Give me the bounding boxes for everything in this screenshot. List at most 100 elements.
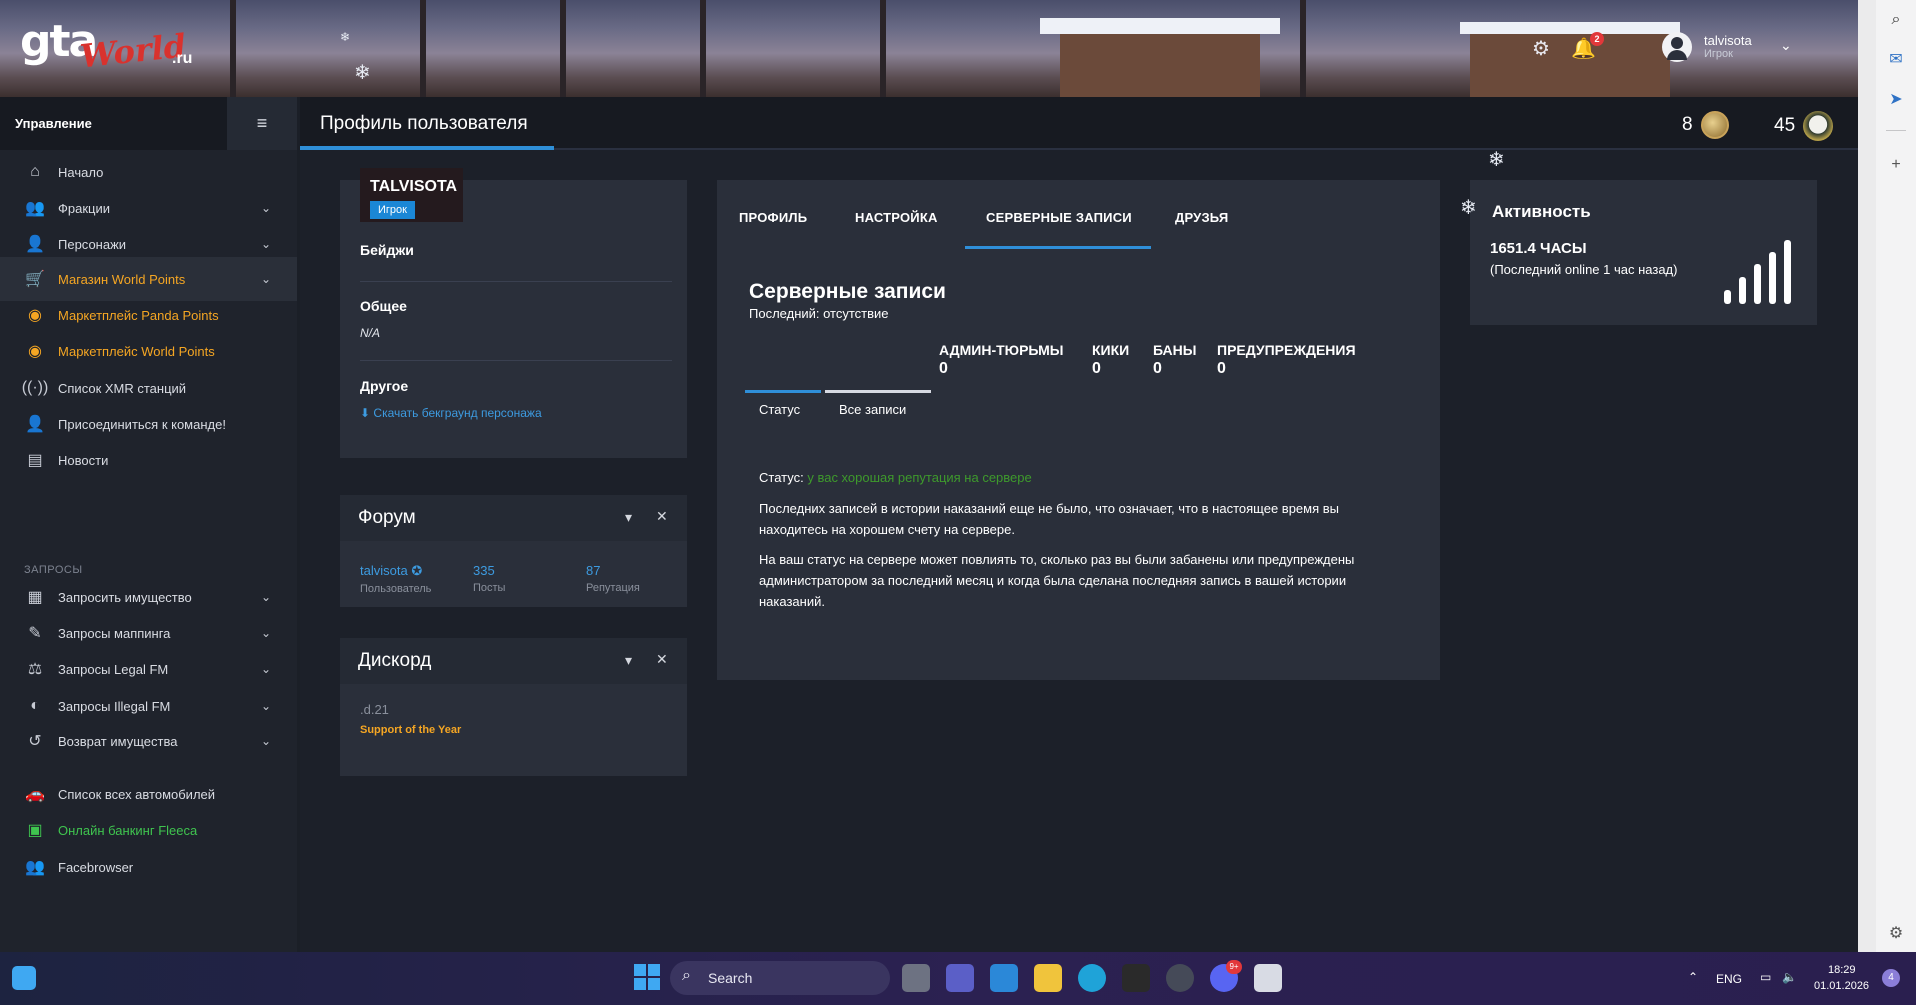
taskbar-search-label: Search	[708, 970, 753, 986]
medal-count: 8	[1682, 114, 1693, 135]
medal-stat[interactable]: 8	[1682, 111, 1729, 139]
forum-widget: Форум ▾ ✕ talvisota ✪ Пользователь 335 П…	[340, 495, 687, 607]
user-menu[interactable]: talvisota Игрок ⌄	[1662, 30, 1802, 66]
sidebar-item-label: Онлайн банкинг Fleeca	[58, 822, 198, 838]
counter-label: БАНЫ	[1153, 342, 1197, 358]
taskbar-search[interactable]: ⌕ Search	[670, 961, 890, 995]
user-role: Игрок	[1704, 48, 1733, 60]
search-icon: ⌕	[682, 967, 691, 984]
discord-award: Support of the Year	[360, 724, 462, 736]
page-title-bar: Профиль пользователя 8 45	[300, 97, 1858, 150]
scrollbar[interactable]	[1858, 0, 1876, 952]
forum-reputation-label: Репутация	[586, 582, 640, 594]
download-icon: ⬇	[360, 406, 371, 420]
sidebar-item-label: Персонажи	[58, 236, 127, 252]
counter-value: 0	[1217, 360, 1226, 377]
snowflake-icon: ❄	[340, 30, 351, 44]
counter-kicks: КИКИ 0	[1092, 342, 1129, 378]
divider	[360, 360, 672, 361]
edge-icon[interactable]	[1078, 964, 1106, 992]
counter-label: ПРЕДУПРЕЖДЕНИЯ	[1217, 342, 1356, 358]
close-icon[interactable]: ✕	[656, 508, 668, 525]
clock-date[interactable]: 01.01.2026	[1814, 980, 1869, 992]
close-icon[interactable]: ✕	[656, 651, 668, 668]
mask-icon: ◐	[30, 697, 40, 714]
panda-icon	[1803, 111, 1834, 141]
user-name: talvisota	[1704, 33, 1752, 48]
page: gta World .ru ❄ ❄ ⚙ 🔔 2 talvisota Игрок …	[0, 0, 1916, 1005]
collapse-caret-icon[interactable]: ▾	[625, 509, 632, 526]
counter-warnings: ПРЕДУПРЕЖДЕНИЯ 0	[1217, 342, 1356, 378]
forum-reputation-count: 87	[586, 563, 601, 578]
sidebar-item-label: Новости	[58, 452, 109, 468]
coins-icon: ◉	[28, 343, 42, 360]
outlook-icon[interactable]: ✉	[1886, 50, 1906, 70]
house-decoration	[1060, 30, 1260, 97]
subtab-status[interactable]: Статус	[759, 388, 800, 424]
sidebar-item-label: Присоединиться к команде!	[58, 416, 226, 432]
sidebar-item-label: Маркетплейс Panda Points	[58, 307, 219, 323]
forum-user-col: talvisota ✪ Пользователь	[360, 563, 431, 595]
counter-bans: БАНЫ 0	[1153, 342, 1196, 378]
users-icon: 👥	[25, 200, 45, 217]
tab-server-records[interactable]: СЕРВЕРНЫЕ ЗАПИСИ	[986, 210, 1132, 225]
logo-ru-text: .ru	[172, 50, 193, 67]
user-icon: 👤	[25, 236, 45, 253]
records-paragraph-1: Последних записей в истории наказаний ещ…	[759, 501, 1339, 537]
telegram-icon[interactable]: ➤	[1886, 90, 1906, 110]
task-view-icon[interactable]	[902, 964, 930, 992]
collapse-caret-icon[interactable]: ▾	[625, 652, 632, 669]
chevron-down-icon: ⌄	[260, 699, 271, 713]
sidebar-item-label: Список всех автомобилей	[58, 786, 216, 802]
tab-friends[interactable]: ДРУЗЬЯ	[1175, 210, 1228, 225]
discord-widget-title: Дискорд	[358, 650, 432, 671]
sidebar-item-label: Facebrowser	[58, 859, 134, 875]
discord-badge: 9+	[1226, 960, 1242, 974]
network-icon[interactable]: ▭	[1760, 970, 1771, 984]
status-label: Статус:	[759, 470, 804, 485]
sidebar-item-property-return[interactable]: ↺ Возврат имущества ⌄	[0, 719, 297, 763]
tree-decoration	[420, 0, 426, 97]
volume-icon[interactable]: 🔈	[1782, 970, 1797, 984]
site-logo[interactable]: gta World .ru	[20, 10, 200, 80]
tab-profile[interactable]: ПРОФИЛЬ	[739, 210, 807, 225]
subtab-all-records[interactable]: Все записи	[839, 388, 906, 424]
newspaper-icon: ▤	[27, 452, 43, 469]
medal-icon	[1700, 111, 1729, 139]
notification-count-badge: 2	[1590, 32, 1604, 46]
page-title: Профиль пользователя	[320, 113, 528, 134]
clock-time[interactable]: 18:29	[1828, 964, 1856, 976]
download-link-label: Скачать бекграунд персонажа	[373, 406, 542, 420]
snipping-tool-icon[interactable]	[1254, 964, 1282, 992]
panda-stat[interactable]: 45	[1774, 111, 1834, 141]
coins-icon: ◉	[28, 307, 42, 324]
language-indicator[interactable]: ENG	[1716, 972, 1742, 986]
search-icon[interactable]: ⌕	[1886, 10, 1906, 30]
sidebar-item-news[interactable]: ▤ Новости	[0, 438, 297, 482]
sidebar-item-facebrowser[interactable]: 👥 Facebrowser	[0, 845, 297, 889]
car-icon: 🚗	[25, 786, 45, 803]
teams-icon[interactable]	[946, 964, 974, 992]
settings-gear-icon[interactable]: ⚙	[1530, 38, 1552, 60]
file-explorer-icon[interactable]	[1034, 964, 1062, 992]
tray-chevron-icon[interactable]: ⌃	[1688, 970, 1698, 984]
sidebar-item-label: Маркетплейс World Points	[58, 343, 215, 359]
widgets-icon[interactable]	[12, 966, 36, 990]
store-icon[interactable]	[990, 964, 1018, 992]
game-launcher-icon[interactable]	[1166, 964, 1194, 992]
notification-center-badge[interactable]: 4	[1882, 969, 1900, 987]
discord-handle: .d.21	[360, 702, 389, 717]
tab-settings[interactable]: НАСТРОЙКА	[855, 210, 938, 225]
profile-nickname: TALVISOTA	[370, 178, 458, 195]
sidebar-item-label: Запросы Illegal FM	[58, 698, 171, 714]
forum-username-link[interactable]: talvisota ✪	[360, 563, 431, 579]
download-background-link[interactable]: ⬇ Скачать бекграунд персонажа	[360, 406, 542, 420]
add-icon[interactable]: +	[1886, 155, 1906, 175]
undo-icon: ↺	[28, 733, 42, 750]
profile-card: TALVISOTA Игрок Бейджи Общее N/A Другое …	[340, 168, 687, 458]
sidebar-item-label: Запросы маппинга	[58, 625, 171, 641]
epic-games-icon[interactable]	[1122, 964, 1150, 992]
settings-gear-icon[interactable]: ⚙	[1886, 924, 1906, 944]
start-button[interactable]	[634, 964, 660, 990]
sidebar-toggle-button[interactable]: ≡	[227, 97, 297, 150]
